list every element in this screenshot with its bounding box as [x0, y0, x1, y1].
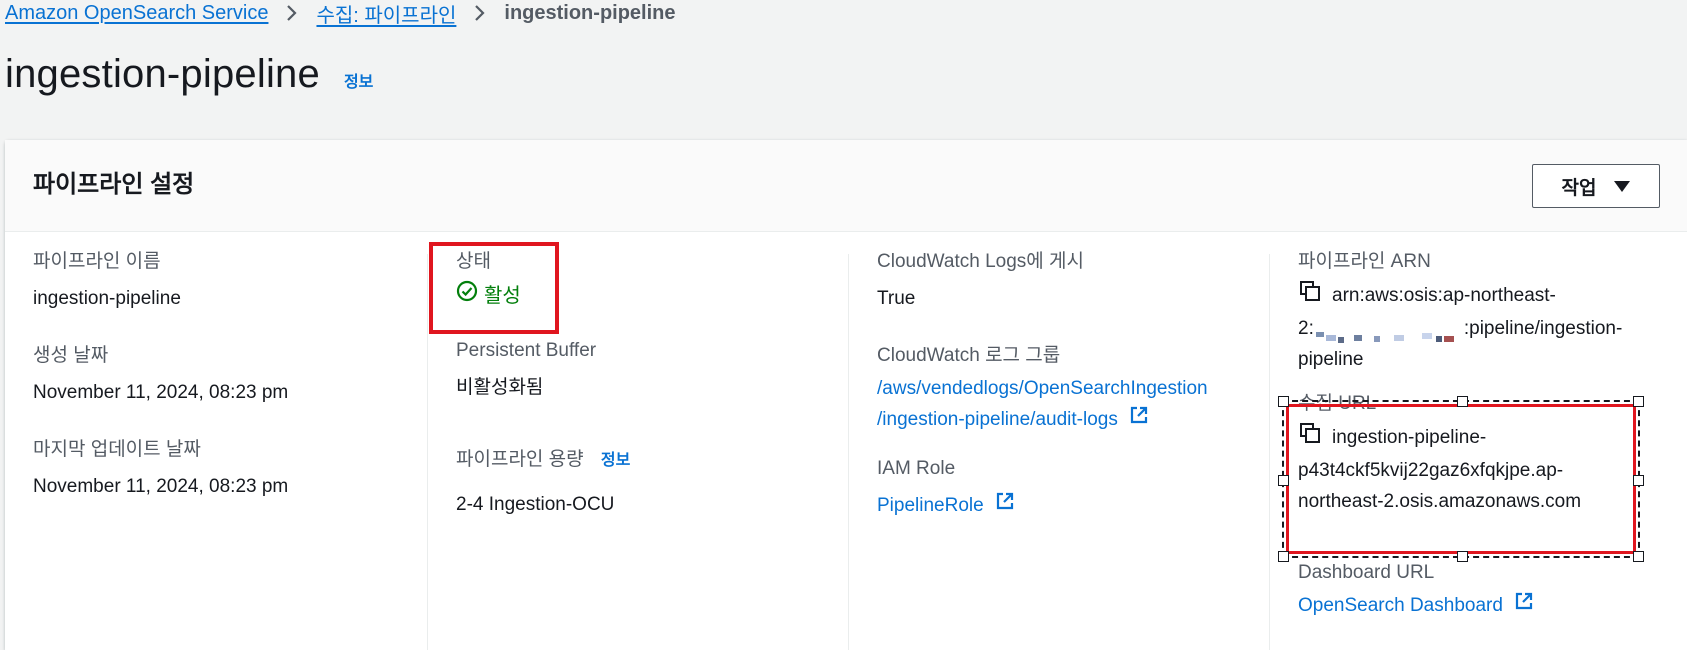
cloudwatch-publish-value: True: [877, 288, 916, 309]
panel-title: 파이프라인 설정: [33, 171, 195, 198]
pipeline-arn-line1: arn:aws:osis:ap-northeast-: [1332, 285, 1556, 307]
dashboard-url-label: Dashboard URL: [1298, 562, 1435, 583]
cloudwatch-log-group-field: CloudWatch 로그 그룹 /aws/vendedlogs/OpenSea…: [877, 340, 1208, 435]
resize-handle[interactable]: [1457, 396, 1468, 407]
copy-icon[interactable]: [1298, 279, 1322, 313]
resize-handle[interactable]: [1633, 551, 1644, 562]
pipeline-arn-value: arn:aws:osis:ap-northeast- 2: :pipeline/…: [1298, 279, 1622, 375]
actions-button-label: 작업: [1561, 177, 1597, 199]
breadcrumb-current: ingestion-pipeline: [504, 1, 676, 24]
cloudwatch-publish-field: CloudWatch Logs에 게시 True: [877, 246, 1084, 314]
pipeline-arn-label: 파이프라인 ARN: [1298, 251, 1431, 272]
ingestion-url-highlight-box: [1286, 404, 1636, 554]
status-highlight-box: [429, 242, 559, 334]
chevron-right-icon: [286, 4, 298, 22]
capacity-value: 2-4 Ingestion-OCU: [456, 494, 615, 515]
pipeline-name-label: 파이프라인 이름: [33, 251, 161, 272]
actions-button[interactable]: 작업: [1532, 164, 1660, 208]
external-link-icon: [995, 490, 1015, 521]
breadcrumb-link-opensearch[interactable]: Amazon OpenSearch Service: [5, 2, 268, 25]
resize-handle[interactable]: [1278, 475, 1289, 486]
created-date-field: 생성 날짜 November 11, 2024, 08:23 pm: [33, 340, 288, 408]
cloudwatch-publish-label: CloudWatch Logs에 게시: [877, 251, 1084, 272]
capacity-label-row: 파이프라인 용량 정보: [456, 444, 630, 471]
panel-header: 파이프라인 설정 작업: [5, 140, 1687, 232]
redacted-account-id: [1314, 324, 1464, 343]
pipeline-name-value: ingestion-pipeline: [33, 288, 181, 309]
capacity-info-link[interactable]: 정보: [601, 452, 630, 469]
dashboard-url-link[interactable]: OpenSearch Dashboard: [1298, 595, 1503, 616]
iam-role-value[interactable]: PipelineRole: [877, 490, 1015, 521]
persistent-buffer-label: Persistent Buffer: [456, 340, 597, 361]
persistent-buffer-field: Persistent Buffer 비활성화됨: [456, 340, 596, 403]
ingestion-url-selection-box[interactable]: [1278, 396, 1644, 562]
created-date-label: 생성 날짜: [33, 345, 109, 366]
capacity-field: 파이프라인 용량 정보 2-4 Ingestion-OCU: [456, 444, 630, 520]
dashboard-url-field: Dashboard URL OpenSearch Dashboard: [1298, 562, 1534, 621]
resize-handle[interactable]: [1633, 475, 1644, 486]
iam-role-link[interactable]: PipelineRole: [877, 495, 984, 516]
pipeline-arn-line3: pipeline: [1298, 349, 1364, 370]
external-link-icon: [1514, 590, 1534, 621]
dashboard-url-value[interactable]: OpenSearch Dashboard: [1298, 590, 1534, 621]
pipeline-name-field: 파이프라인 이름 ingestion-pipeline: [33, 246, 181, 314]
info-link[interactable]: 정보: [344, 68, 373, 92]
updated-date-value: November 11, 2024, 08:23 pm: [33, 476, 289, 497]
updated-date-label: 마지막 업데이트 날짜: [33, 439, 201, 460]
pipeline-arn-line2-prefix: 2:: [1298, 318, 1314, 339]
pipeline-arn-field: 파이프라인 ARN arn:aws:osis:ap-northeast- 2: …: [1298, 246, 1622, 375]
breadcrumb: Amazon OpenSearch Service 수집: 파이프라인 inge…: [5, 0, 676, 28]
page-title: ingestion-pipeline: [5, 52, 320, 96]
cloudwatch-log-group-line2[interactable]: /ingestion-pipeline/audit-logs: [877, 409, 1118, 430]
chevron-right-icon: [474, 4, 486, 22]
cloudwatch-log-group-link[interactable]: /aws/vendedlogs/OpenSearchIngestion /ing…: [877, 373, 1208, 435]
column-divider: [848, 254, 849, 650]
iam-role-label: IAM Role: [877, 458, 956, 479]
column-divider: [427, 254, 428, 650]
pipeline-settings-panel: 파이프라인 설정 작업 파이프라인 이름 ingestion-pipeline …: [5, 140, 1687, 650]
resize-handle[interactable]: [1633, 396, 1644, 407]
resize-handle[interactable]: [1457, 551, 1468, 562]
updated-date-field: 마지막 업데이트 날짜 November 11, 2024, 08:23 pm: [33, 434, 288, 502]
created-date-value: November 11, 2024, 08:23 pm: [33, 382, 289, 403]
external-link-icon: [1129, 404, 1149, 435]
cloudwatch-log-group-label: CloudWatch 로그 그룹: [877, 345, 1061, 366]
breadcrumb-link-pipelines[interactable]: 수집: 파이프라인: [316, 0, 456, 28]
resize-handle[interactable]: [1278, 396, 1289, 407]
caret-down-icon: [1614, 180, 1631, 192]
column-divider: [1269, 254, 1270, 650]
persistent-buffer-value: 비활성화됨: [456, 377, 544, 398]
cloudwatch-log-group-line1[interactable]: /aws/vendedlogs/OpenSearchIngestion: [877, 373, 1208, 404]
capacity-label: 파이프라인 용량: [456, 449, 584, 470]
iam-role-field: IAM Role PipelineRole: [877, 458, 1015, 521]
page-header: ingestion-pipeline 정보: [5, 52, 373, 97]
resize-handle[interactable]: [1278, 551, 1289, 562]
pipeline-arn-line2-suffix: :pipeline/ingestion-: [1463, 318, 1623, 339]
